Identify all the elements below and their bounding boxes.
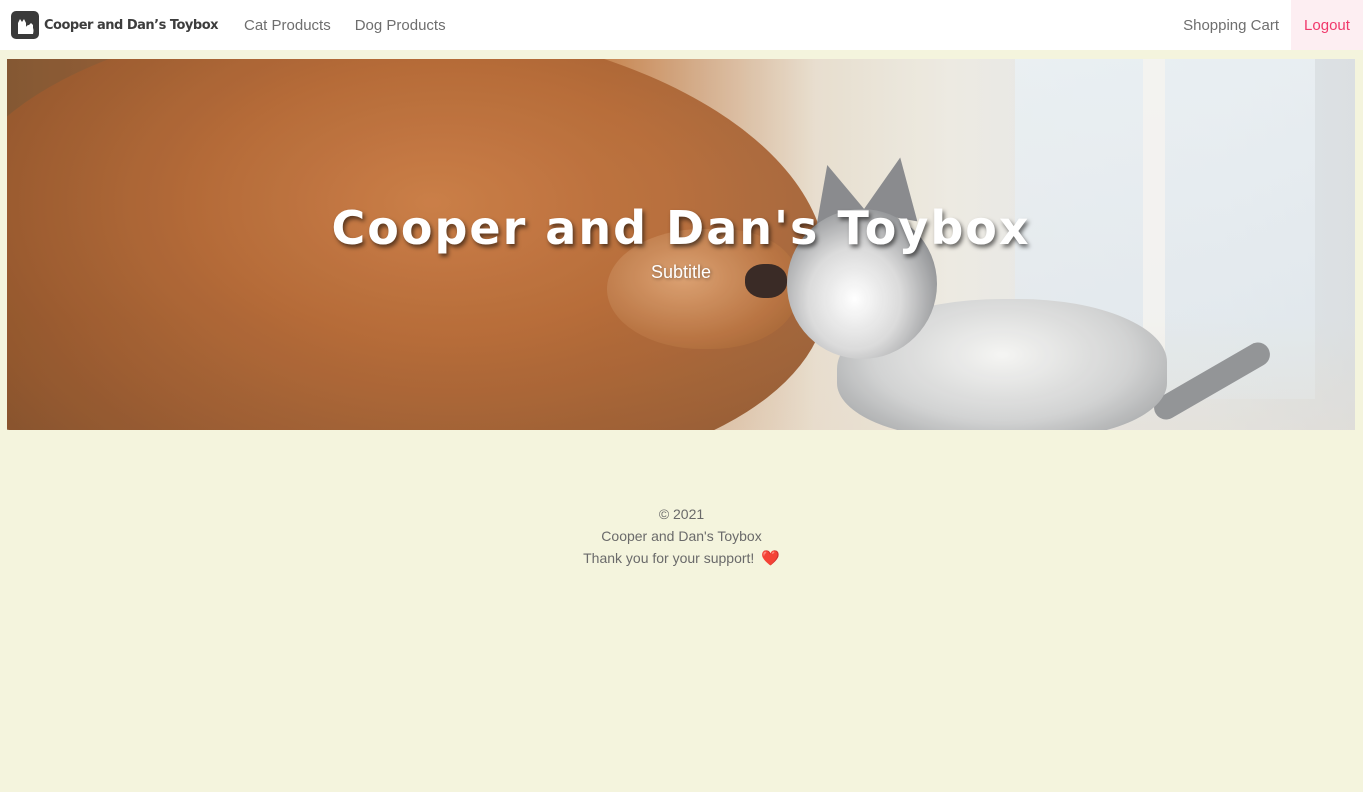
hero-banner: Cooper and Dan's Toybox Subtitle — [7, 59, 1355, 430]
top-navbar: Cooper and Dan’s Toybox Cat Products Dog… — [0, 0, 1363, 50]
hero-subtitle: Subtitle — [650, 262, 712, 282]
pet-logo-icon — [11, 11, 39, 39]
page-footer: © 2021 Cooper and Dan's Toybox Thank you… — [0, 503, 1363, 570]
brand-logo-link[interactable]: Cooper and Dan’s Toybox — [0, 0, 232, 50]
logout-button[interactable]: Logout — [1291, 0, 1363, 50]
nav-cat-products[interactable]: Cat Products — [232, 0, 343, 50]
footer-company-name: Cooper and Dan's Toybox — [601, 528, 762, 544]
brand-name: Cooper and Dan’s Toybox — [44, 17, 219, 33]
footer-thanks-line: Thank you for your support! ❤️ — [0, 547, 1363, 570]
heart-icon: ❤️ — [761, 550, 780, 567]
nav-shopping-cart[interactable]: Shopping Cart — [1171, 0, 1291, 50]
footer-copyright: © 2021 — [658, 506, 705, 522]
footer-thanks-text: Thank you for your support! — [583, 550, 755, 566]
nav-dog-products[interactable]: Dog Products — [343, 0, 458, 50]
hero-title: Cooper and Dan's Toybox — [331, 201, 1031, 255]
